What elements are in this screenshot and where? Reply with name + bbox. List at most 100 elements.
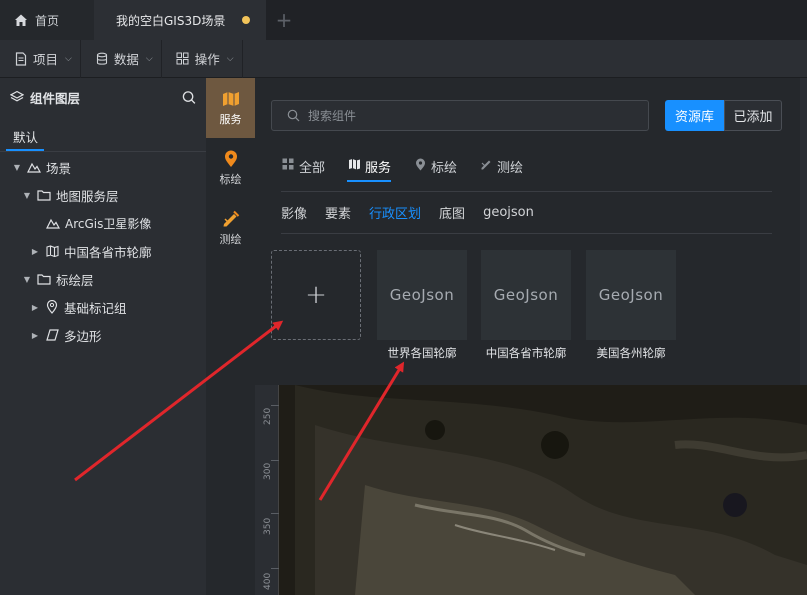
tab-service[interactable]: 服务	[347, 156, 392, 192]
tree-label: 多边形	[64, 328, 102, 344]
ruler-tick-label: 400	[263, 572, 273, 590]
added-button[interactable]: 已添加	[724, 100, 782, 131]
component-search-input[interactable]	[308, 108, 628, 123]
strip-measure-button[interactable]: 测绘	[206, 198, 255, 258]
ruler-line	[271, 568, 279, 569]
tab-home[interactable]: 首页	[0, 0, 94, 40]
home-icon	[14, 13, 28, 27]
tab-all[interactable]: 全部	[281, 156, 325, 192]
unsaved-dot-icon	[242, 16, 251, 24]
tree-node-map-service-layer[interactable]: ▼ 地图服务层	[22, 185, 119, 205]
tab-home-label: 首页	[35, 13, 60, 28]
component-card[interactable]: GeoJson 世界各国轮廓	[377, 250, 467, 361]
tree-label: 场景	[46, 160, 72, 176]
tree-label: 中国各省市轮廓	[64, 244, 152, 260]
tab-bar: 首页 我的空白GIS3D场景 +	[0, 0, 807, 40]
component-category-strip: 服务 标绘 测绘	[206, 78, 255, 595]
tree-label: 基础标记组	[64, 300, 127, 316]
ruler-tick-label: 300	[263, 462, 273, 480]
ruler-line	[271, 513, 279, 514]
project-menu[interactable]: 项目 ⌵	[0, 39, 81, 78]
layers-icon	[10, 90, 24, 104]
tab-annotate-label: 标绘	[431, 161, 458, 176]
caret-right-icon[interactable]: ▶	[30, 303, 40, 312]
component-card[interactable]: GeoJson 中国各省市轮廓	[481, 250, 571, 361]
data-menu[interactable]: 数据 ⌵	[81, 39, 162, 78]
caret-down-icon[interactable]: ▼	[22, 275, 32, 284]
apps-icon	[281, 157, 295, 171]
tab-annotate[interactable]: 标绘	[413, 156, 457, 192]
component-thumbnail: GeoJson	[481, 250, 571, 340]
ruler-line	[271, 405, 279, 406]
component-thumbnail: GeoJson	[586, 250, 676, 340]
resource-library-button[interactable]: 资源库	[665, 100, 724, 131]
ruler-tick-label: 350	[263, 517, 273, 535]
caret-down-icon[interactable]: ▼	[12, 163, 22, 172]
strip-service-label: 服务	[219, 112, 242, 126]
data-menu-label: 数据	[113, 52, 139, 67]
tab-default[interactable]: 默认	[0, 116, 206, 152]
new-tab-button[interactable]: +	[266, 0, 302, 40]
component-caption: 世界各国轮廓	[387, 346, 457, 360]
tab-default-label: 默认	[13, 130, 39, 145]
caret-right-icon[interactable]: ▶	[30, 331, 40, 340]
location-pin-icon	[413, 157, 427, 171]
tab-measure[interactable]: 测绘	[479, 156, 523, 192]
polygon-icon	[45, 328, 59, 342]
toolbar: 项目 ⌵ 数据 ⌵ 操作 ⌵	[0, 39, 807, 78]
component-search[interactable]	[271, 100, 649, 131]
tree-label: 标绘层	[56, 272, 94, 288]
subtype-admin[interactable]: 行政区划	[369, 203, 421, 222]
ruler-tick-label: 250	[263, 407, 273, 425]
map-icon	[45, 244, 59, 258]
ruler-pencil-icon	[222, 210, 240, 228]
tab-all-label: 全部	[299, 161, 326, 176]
search-icon[interactable]	[182, 90, 196, 104]
tree-node-basic-marker-group[interactable]: ▶ 基础标记组	[30, 297, 127, 317]
subtype-feature[interactable]: 要素	[325, 203, 351, 222]
file-icon	[14, 51, 28, 66]
add-component-button[interactable]: +	[271, 250, 361, 340]
chevron-down-icon: ⌵	[65, 53, 72, 64]
tab-measure-label: 测绘	[497, 161, 524, 176]
folder-icon	[37, 272, 51, 286]
tree-node-scene[interactable]: ▼ 场景	[12, 157, 71, 177]
database-icon	[95, 52, 109, 66]
tree-node-arcgis[interactable]: ArcGis卫星影像	[46, 213, 151, 233]
tab-service-label: 服务	[365, 161, 392, 176]
chevron-down-icon: ⌵	[145, 53, 153, 64]
strip-annotate-button[interactable]: 标绘	[206, 138, 255, 198]
operate-menu[interactable]: 操作 ⌵	[162, 39, 243, 78]
tab-scene[interactable]: 我的空白GIS3D场景	[94, 0, 266, 40]
app-root: 首页 我的空白GIS3D场景 + 项目 ⌵ 数据 ⌵ 操作 ⌵ 组件图层 默认 …	[0, 0, 807, 595]
layers-panel-header: 组件图层	[0, 78, 206, 116]
category-tabs: 全部 服务 标绘 测绘	[281, 156, 772, 192]
strip-annotate-label: 标绘	[219, 172, 242, 186]
tab-scene-label: 我的空白GIS3D场景	[116, 13, 226, 28]
vertical-ruler: 250 300 350 400	[255, 385, 279, 595]
component-caption: 中国各省市轮廓	[485, 346, 567, 360]
component-card[interactable]: GeoJson 美国各州轮廓	[586, 250, 676, 361]
satellite-imagery	[255, 385, 807, 595]
strip-measure-label: 测绘	[219, 232, 242, 246]
layers-panel: 组件图层 默认 ▼ 场景 ▼ 地图服务层 ArcGis卫星影像 ▶ 中国各省市轮…	[0, 78, 206, 595]
service-subtypes: 影像 要素 行政区划 底图 geojson	[281, 192, 772, 234]
layers-panel-title: 组件图层	[30, 90, 81, 106]
component-library-popup: 资源库 已添加 全部 服务 标绘	[255, 78, 800, 385]
strip-service-button[interactable]: 服务	[206, 78, 255, 138]
subtype-geojson[interactable]: geojson	[483, 205, 534, 220]
component-caption: 美国各州轮廓	[596, 346, 666, 360]
project-menu-label: 项目	[33, 52, 59, 67]
tree-node-china-provinces[interactable]: ▶ 中国各省市轮廓	[30, 241, 152, 261]
caret-down-icon[interactable]: ▼	[22, 191, 32, 200]
tree-node-annotation-layer[interactable]: ▼ 标绘层	[22, 269, 94, 289]
mountain-icon	[46, 216, 60, 230]
component-thumbnail: GeoJson	[377, 250, 467, 340]
subtype-basemap[interactable]: 底图	[439, 203, 465, 222]
grid-icon	[176, 52, 190, 66]
map-viewport[interactable]	[255, 385, 807, 595]
caret-right-icon[interactable]: ▶	[30, 247, 40, 256]
map-icon	[222, 90, 240, 108]
tree-node-polygon[interactable]: ▶ 多边形	[30, 325, 102, 345]
subtype-image[interactable]: 影像	[281, 203, 307, 222]
